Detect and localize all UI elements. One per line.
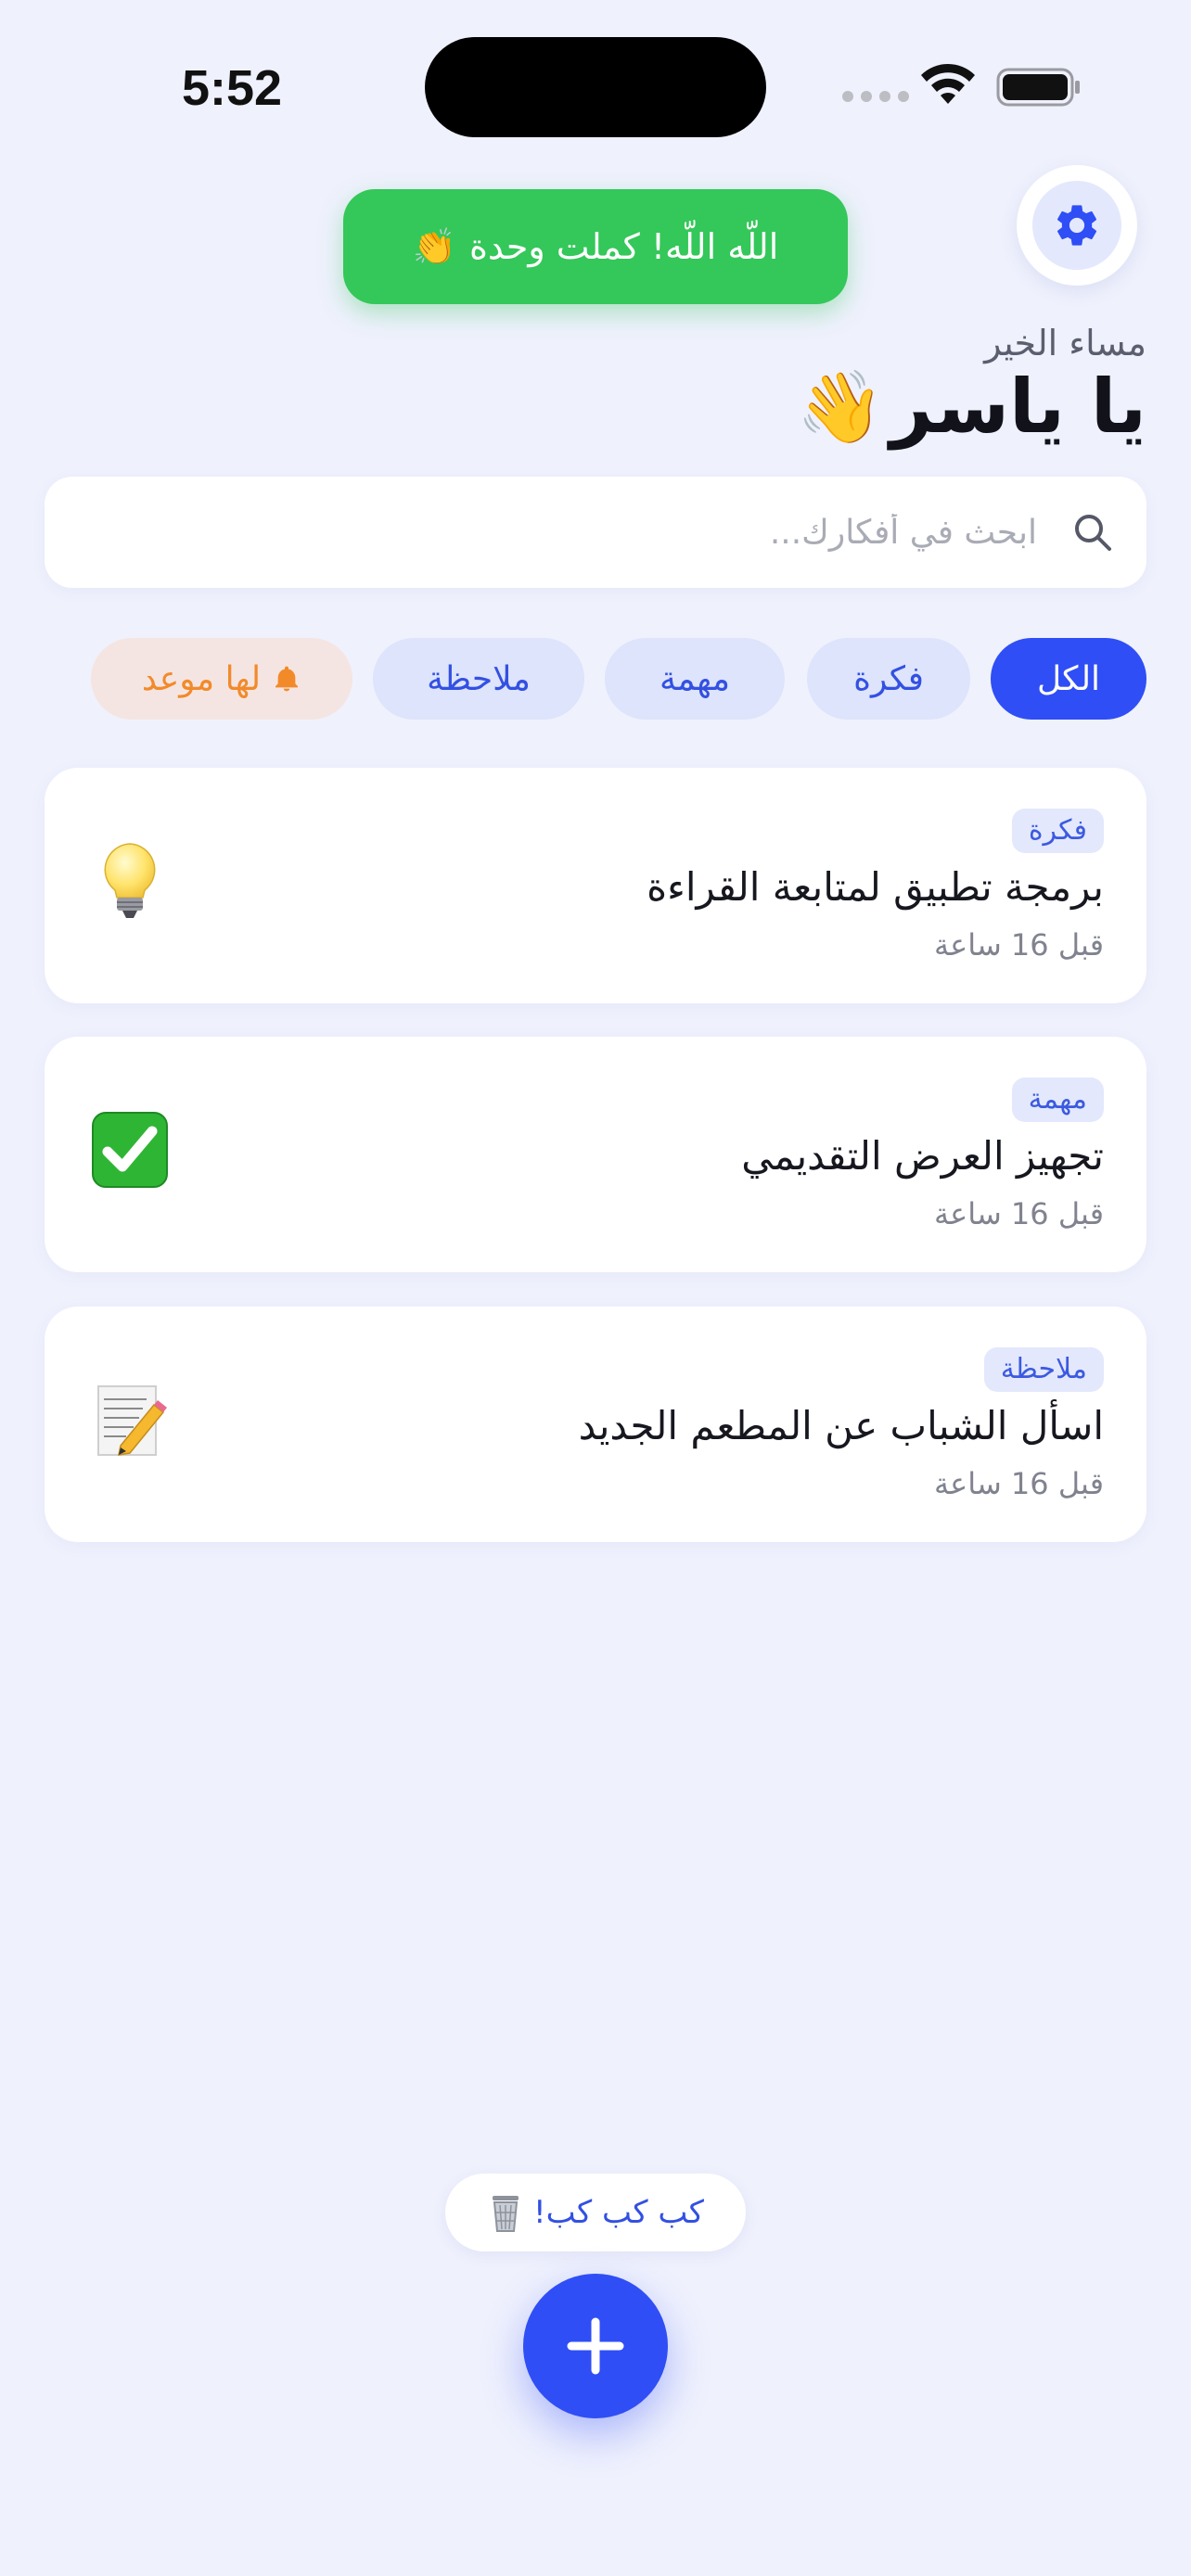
undo-label: كب كب كب! bbox=[533, 2194, 704, 2231]
waving-hand-icon: 👋 bbox=[796, 364, 885, 448]
filter-chip-label: لها موعد bbox=[141, 659, 262, 698]
clapping-hands-icon: 👏 bbox=[412, 225, 457, 267]
filter-chip-label: الكل bbox=[1036, 659, 1101, 698]
item-timestamp: قبل 16 ساعة bbox=[933, 927, 1104, 963]
item-title: تجهيز العرض التقديمي bbox=[741, 1133, 1104, 1179]
bell-icon bbox=[275, 666, 299, 692]
gear-icon bbox=[1057, 205, 1097, 246]
filter-chip-all[interactable]: الكل bbox=[991, 638, 1146, 720]
settings-button[interactable] bbox=[1017, 165, 1137, 286]
battery-icon bbox=[996, 68, 1080, 107]
search-icon bbox=[1075, 515, 1111, 551]
cellular-signal-icon bbox=[842, 91, 909, 102]
search-bar[interactable] bbox=[45, 477, 1146, 588]
filter-chip-label: فكرة bbox=[853, 659, 924, 698]
item-tag: فكرة bbox=[1011, 809, 1104, 853]
greeting-subtitle: مساء الخير bbox=[984, 323, 1146, 363]
trash-icon bbox=[493, 2196, 519, 2232]
dynamic-island bbox=[425, 37, 766, 137]
greeting-name: يا ياسر 👋 bbox=[797, 363, 1146, 450]
filter-chip-label: مهمة bbox=[660, 659, 730, 698]
item-title: اسأل الشباب عن المطعم الجديد bbox=[578, 1403, 1104, 1448]
item-timestamp: قبل 16 ساعة bbox=[933, 1196, 1104, 1231]
list-item[interactable]: فكرة برمجة تطبيق لمتابعة القراءة قبل 16 … bbox=[45, 768, 1146, 1003]
user-name: يا ياسر bbox=[890, 363, 1146, 450]
status-time: 5:52 bbox=[181, 60, 283, 116]
filter-chip-due[interactable]: لها موعد bbox=[91, 638, 352, 720]
item-timestamp: قبل 16 ساعة bbox=[933, 1466, 1104, 1501]
filter-chip-label: ملاحظة bbox=[427, 659, 531, 698]
filter-chip-task[interactable]: مهمة bbox=[605, 638, 785, 720]
list-item[interactable]: مهمة تجهيز العرض التقديمي قبل 16 ساعة bbox=[45, 1037, 1146, 1272]
toast-text: اللّه اللّه! كملت وحدة bbox=[469, 226, 779, 267]
undo-delete-button[interactable]: كب كب كب! bbox=[445, 2174, 746, 2251]
item-tag: مهمة bbox=[1011, 1078, 1104, 1122]
checkmark-icon bbox=[83, 1103, 176, 1196]
filter-chip-idea[interactable]: فكرة bbox=[807, 638, 970, 720]
item-tag: ملاحظة bbox=[983, 1347, 1104, 1392]
memo-icon bbox=[83, 1373, 176, 1466]
lightbulb-icon bbox=[83, 835, 176, 927]
success-toast: اللّه اللّه! كملت وحدة 👏 bbox=[343, 189, 848, 304]
search-input[interactable] bbox=[72, 477, 1037, 588]
wifi-icon bbox=[921, 63, 975, 104]
filter-chip-note[interactable]: ملاحظة bbox=[373, 638, 584, 720]
item-title: برمجة تطبيق لمتابعة القراءة bbox=[647, 864, 1104, 910]
add-button[interactable] bbox=[523, 2274, 668, 2418]
plus-icon bbox=[567, 2317, 624, 2375]
list-item[interactable]: ملاحظة اسأل الشباب عن المطعم الجديد قبل … bbox=[45, 1307, 1146, 1542]
